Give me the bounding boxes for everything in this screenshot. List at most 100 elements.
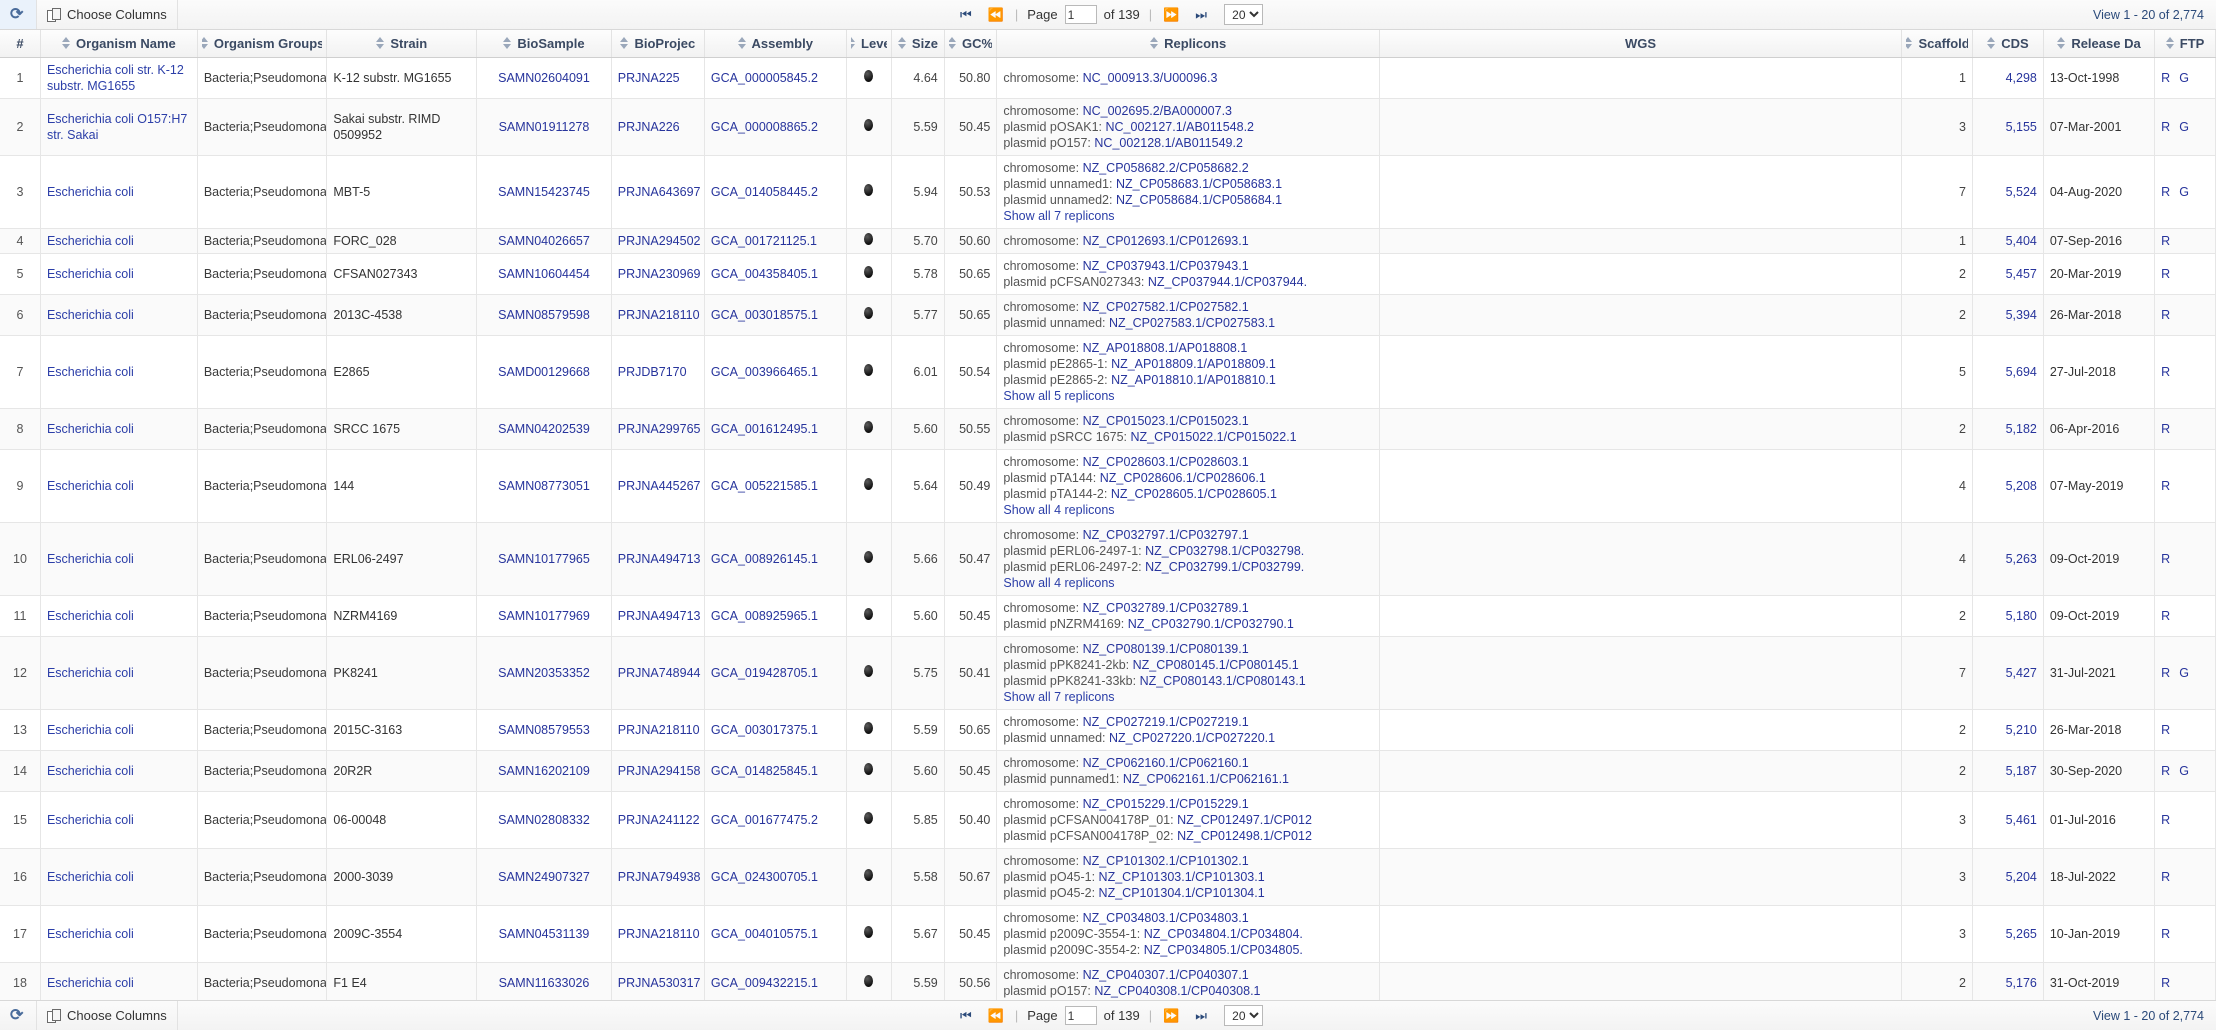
biosample-link[interactable]: SAMN01911278 <box>499 120 590 134</box>
replicon-insdc-link[interactable]: /CP037944. <box>1241 275 1307 289</box>
cds-link[interactable]: 5,182 <box>2006 422 2037 436</box>
replicon-accession-link[interactable]: NZ_CP062160.1 <box>1083 756 1176 770</box>
assembly-link[interactable]: GCA_001677475.2 <box>711 813 818 827</box>
ftp-link-g[interactable]: G <box>2179 185 2189 199</box>
replicon-insdc-link[interactable]: /CP101302.1 <box>1176 854 1249 868</box>
assembly-link[interactable]: GCA_008926145.1 <box>711 552 818 566</box>
replicon-accession-link[interactable]: NZ_CP080145.1 <box>1133 658 1226 672</box>
refresh-button-bottom[interactable]: ⟳ <box>0 1001 37 1030</box>
cds-link[interactable]: 5,180 <box>2006 609 2037 623</box>
cds-link[interactable]: 5,176 <box>2006 976 2037 990</box>
replicon-insdc-link[interactable]: /CP012 <box>1270 829 1312 843</box>
page-number-input[interactable] <box>1064 1006 1097 1025</box>
bioproject-link[interactable]: PRJNA225 <box>618 71 680 85</box>
replicon-insdc-link[interactable]: /CP027220.1 <box>1202 731 1275 745</box>
assembly-link[interactable]: GCA_009432215.1 <box>711 976 818 990</box>
cds-link[interactable]: 5,210 <box>2006 723 2037 737</box>
organism-name-link[interactable]: Escherichia coli str. K-12 substr. MG165… <box>47 63 184 93</box>
organism-name-link[interactable]: Escherichia coli <box>47 479 134 493</box>
refresh-button[interactable]: ⟳ <box>0 0 37 29</box>
organism-name-link[interactable]: Escherichia coli <box>47 927 134 941</box>
assembly-link[interactable]: GCA_024300705.1 <box>711 870 818 884</box>
column-header-assembly[interactable]: Assembly <box>704 30 847 58</box>
ftp-link-r[interactable]: R <box>2161 609 2170 623</box>
replicon-insdc-link[interactable]: /CP015229.1 <box>1176 797 1249 811</box>
replicon-insdc-link[interactable]: /CP015022.1 <box>1224 430 1297 444</box>
replicon-accession-link[interactable]: NZ_CP032798.1 <box>1145 544 1238 558</box>
assembly-link[interactable]: GCA_003966465.1 <box>711 365 818 379</box>
replicon-insdc-link[interactable]: /CP028603.1 <box>1176 455 1249 469</box>
assembly-link[interactable]: GCA_014825845.1 <box>711 764 818 778</box>
biosample-link[interactable]: SAMN04531139 <box>499 927 590 941</box>
organism-name-link[interactable]: Escherichia coli <box>47 267 134 281</box>
ftp-link-r[interactable]: R <box>2161 234 2170 248</box>
replicon-insdc-link[interactable]: /CP027582.1 <box>1176 300 1249 314</box>
replicon-insdc-link[interactable]: /CP012 <box>1270 813 1312 827</box>
replicon-insdc-link[interactable]: /BA000007.3 <box>1160 104 1232 118</box>
ftp-link-r[interactable]: R <box>2161 365 2170 379</box>
bioproject-link[interactable]: PRJNA530317 <box>618 976 701 990</box>
bioproject-link[interactable]: PRJNA218110 <box>618 308 700 322</box>
ftp-link-r[interactable]: R <box>2161 120 2170 134</box>
bioproject-link[interactable]: PRJNA494713 <box>618 609 701 623</box>
next-page-button[interactable]: ⏩ <box>1158 4 1184 26</box>
show-all-replicons-link[interactable]: Show all 5 replicons <box>1003 388 1373 404</box>
replicon-accession-link[interactable]: NZ_CP037943.1 <box>1083 259 1176 273</box>
organism-name-link[interactable]: Escherichia coli <box>47 666 134 680</box>
replicon-accession-link[interactable]: NZ_CP015023.1 <box>1083 414 1176 428</box>
assembly-link[interactable]: GCA_019428705.1 <box>711 666 818 680</box>
ftp-link-g[interactable]: G <box>2179 666 2189 680</box>
page-number-input[interactable] <box>1064 5 1097 24</box>
replicon-accession-link[interactable]: NZ_CP101302.1 <box>1083 854 1176 868</box>
organism-name-link[interactable]: Escherichia coli <box>47 234 134 248</box>
replicon-accession-link[interactable]: NZ_CP028605.1 <box>1111 487 1204 501</box>
first-page-button[interactable]: ⏮ <box>953 4 979 26</box>
cds-link[interactable]: 5,427 <box>2006 666 2037 680</box>
cds-link[interactable]: 5,204 <box>2006 870 2037 884</box>
replicon-accession-link[interactable]: NZ_CP034805.1 <box>1144 943 1237 957</box>
ftp-link-r[interactable]: R <box>2161 308 2170 322</box>
replicon-insdc-link[interactable]: /CP027219.1 <box>1176 715 1249 729</box>
bioproject-link[interactable]: PRJNA218110 <box>618 927 700 941</box>
replicon-accession-link[interactable]: NZ_CP032797.1 <box>1083 528 1176 542</box>
replicon-insdc-link[interactable]: /CP012693.1 <box>1176 234 1249 248</box>
replicon-insdc-link[interactable]: /CP080143.1 <box>1233 674 1306 688</box>
replicon-insdc-link[interactable]: /CP058684.1 <box>1209 193 1282 207</box>
column-header-ftp[interactable]: FTP <box>2154 30 2216 58</box>
bioproject-link[interactable]: PRJNA643697 <box>618 185 701 199</box>
bioproject-link[interactable]: PRJNA794938 <box>618 870 701 884</box>
replicon-accession-link[interactable]: NZ_AP018810.1 <box>1111 373 1203 387</box>
biosample-link[interactable]: SAMD00129668 <box>498 365 590 379</box>
assembly-link[interactable]: GCA_008925965.1 <box>711 609 818 623</box>
ftp-link-g[interactable]: G <box>2179 764 2189 778</box>
biosample-link[interactable]: SAMN02808332 <box>498 813 590 827</box>
sort-arrows-icon[interactable] <box>2057 36 2066 50</box>
bioproject-link[interactable]: PRJNA230969 <box>618 267 701 281</box>
replicon-insdc-link[interactable]: /CP028606.1 <box>1193 471 1266 485</box>
next-page-button[interactable]: ⏩ <box>1158 1005 1184 1027</box>
replicon-insdc-link[interactable]: /CP032797.1 <box>1176 528 1249 542</box>
replicon-insdc-link[interactable]: /CP032789.1 <box>1176 601 1249 615</box>
biosample-link[interactable]: SAMN08579553 <box>498 723 590 737</box>
replicon-accession-link[interactable]: NZ_CP027220.1 <box>1109 731 1202 745</box>
assembly-link[interactable]: GCA_014058445.2 <box>711 185 818 199</box>
ftp-link-r[interactable]: R <box>2161 813 2170 827</box>
replicon-accession-link[interactable]: NC_002128.1 <box>1094 136 1171 150</box>
cds-link[interactable]: 5,524 <box>2006 185 2037 199</box>
replicon-accession-link[interactable]: NC_002695.2 <box>1083 104 1160 118</box>
replicon-insdc-link[interactable]: /CP062160.1 <box>1176 756 1249 770</box>
biosample-link[interactable]: SAMN11633026 <box>499 976 590 990</box>
cds-link[interactable]: 5,265 <box>2006 927 2037 941</box>
bioproject-link[interactable]: PRJNA494713 <box>618 552 701 566</box>
replicon-accession-link[interactable]: NZ_CP028603.1 <box>1083 455 1176 469</box>
replicon-accession-link[interactable]: NC_002127.1 <box>1106 120 1183 134</box>
replicon-accession-link[interactable]: NZ_CP040307.1 <box>1083 968 1176 982</box>
bioproject-link[interactable]: PRJDB7170 <box>618 365 687 379</box>
replicon-accession-link[interactable]: NZ_AP018808.1 <box>1083 341 1175 355</box>
replicon-accession-link[interactable]: NZ_CP034804.1 <box>1144 927 1237 941</box>
organism-name-link[interactable]: Escherichia coli <box>47 422 134 436</box>
organism-name-link[interactable]: Escherichia coli O157:H7 str. Sakai <box>47 112 187 142</box>
replicon-accession-link[interactable]: NZ_CP058683.1 <box>1116 177 1209 191</box>
prev-page-button[interactable]: ⏪ <box>983 1005 1009 1027</box>
cds-link[interactable]: 5,263 <box>2006 552 2037 566</box>
